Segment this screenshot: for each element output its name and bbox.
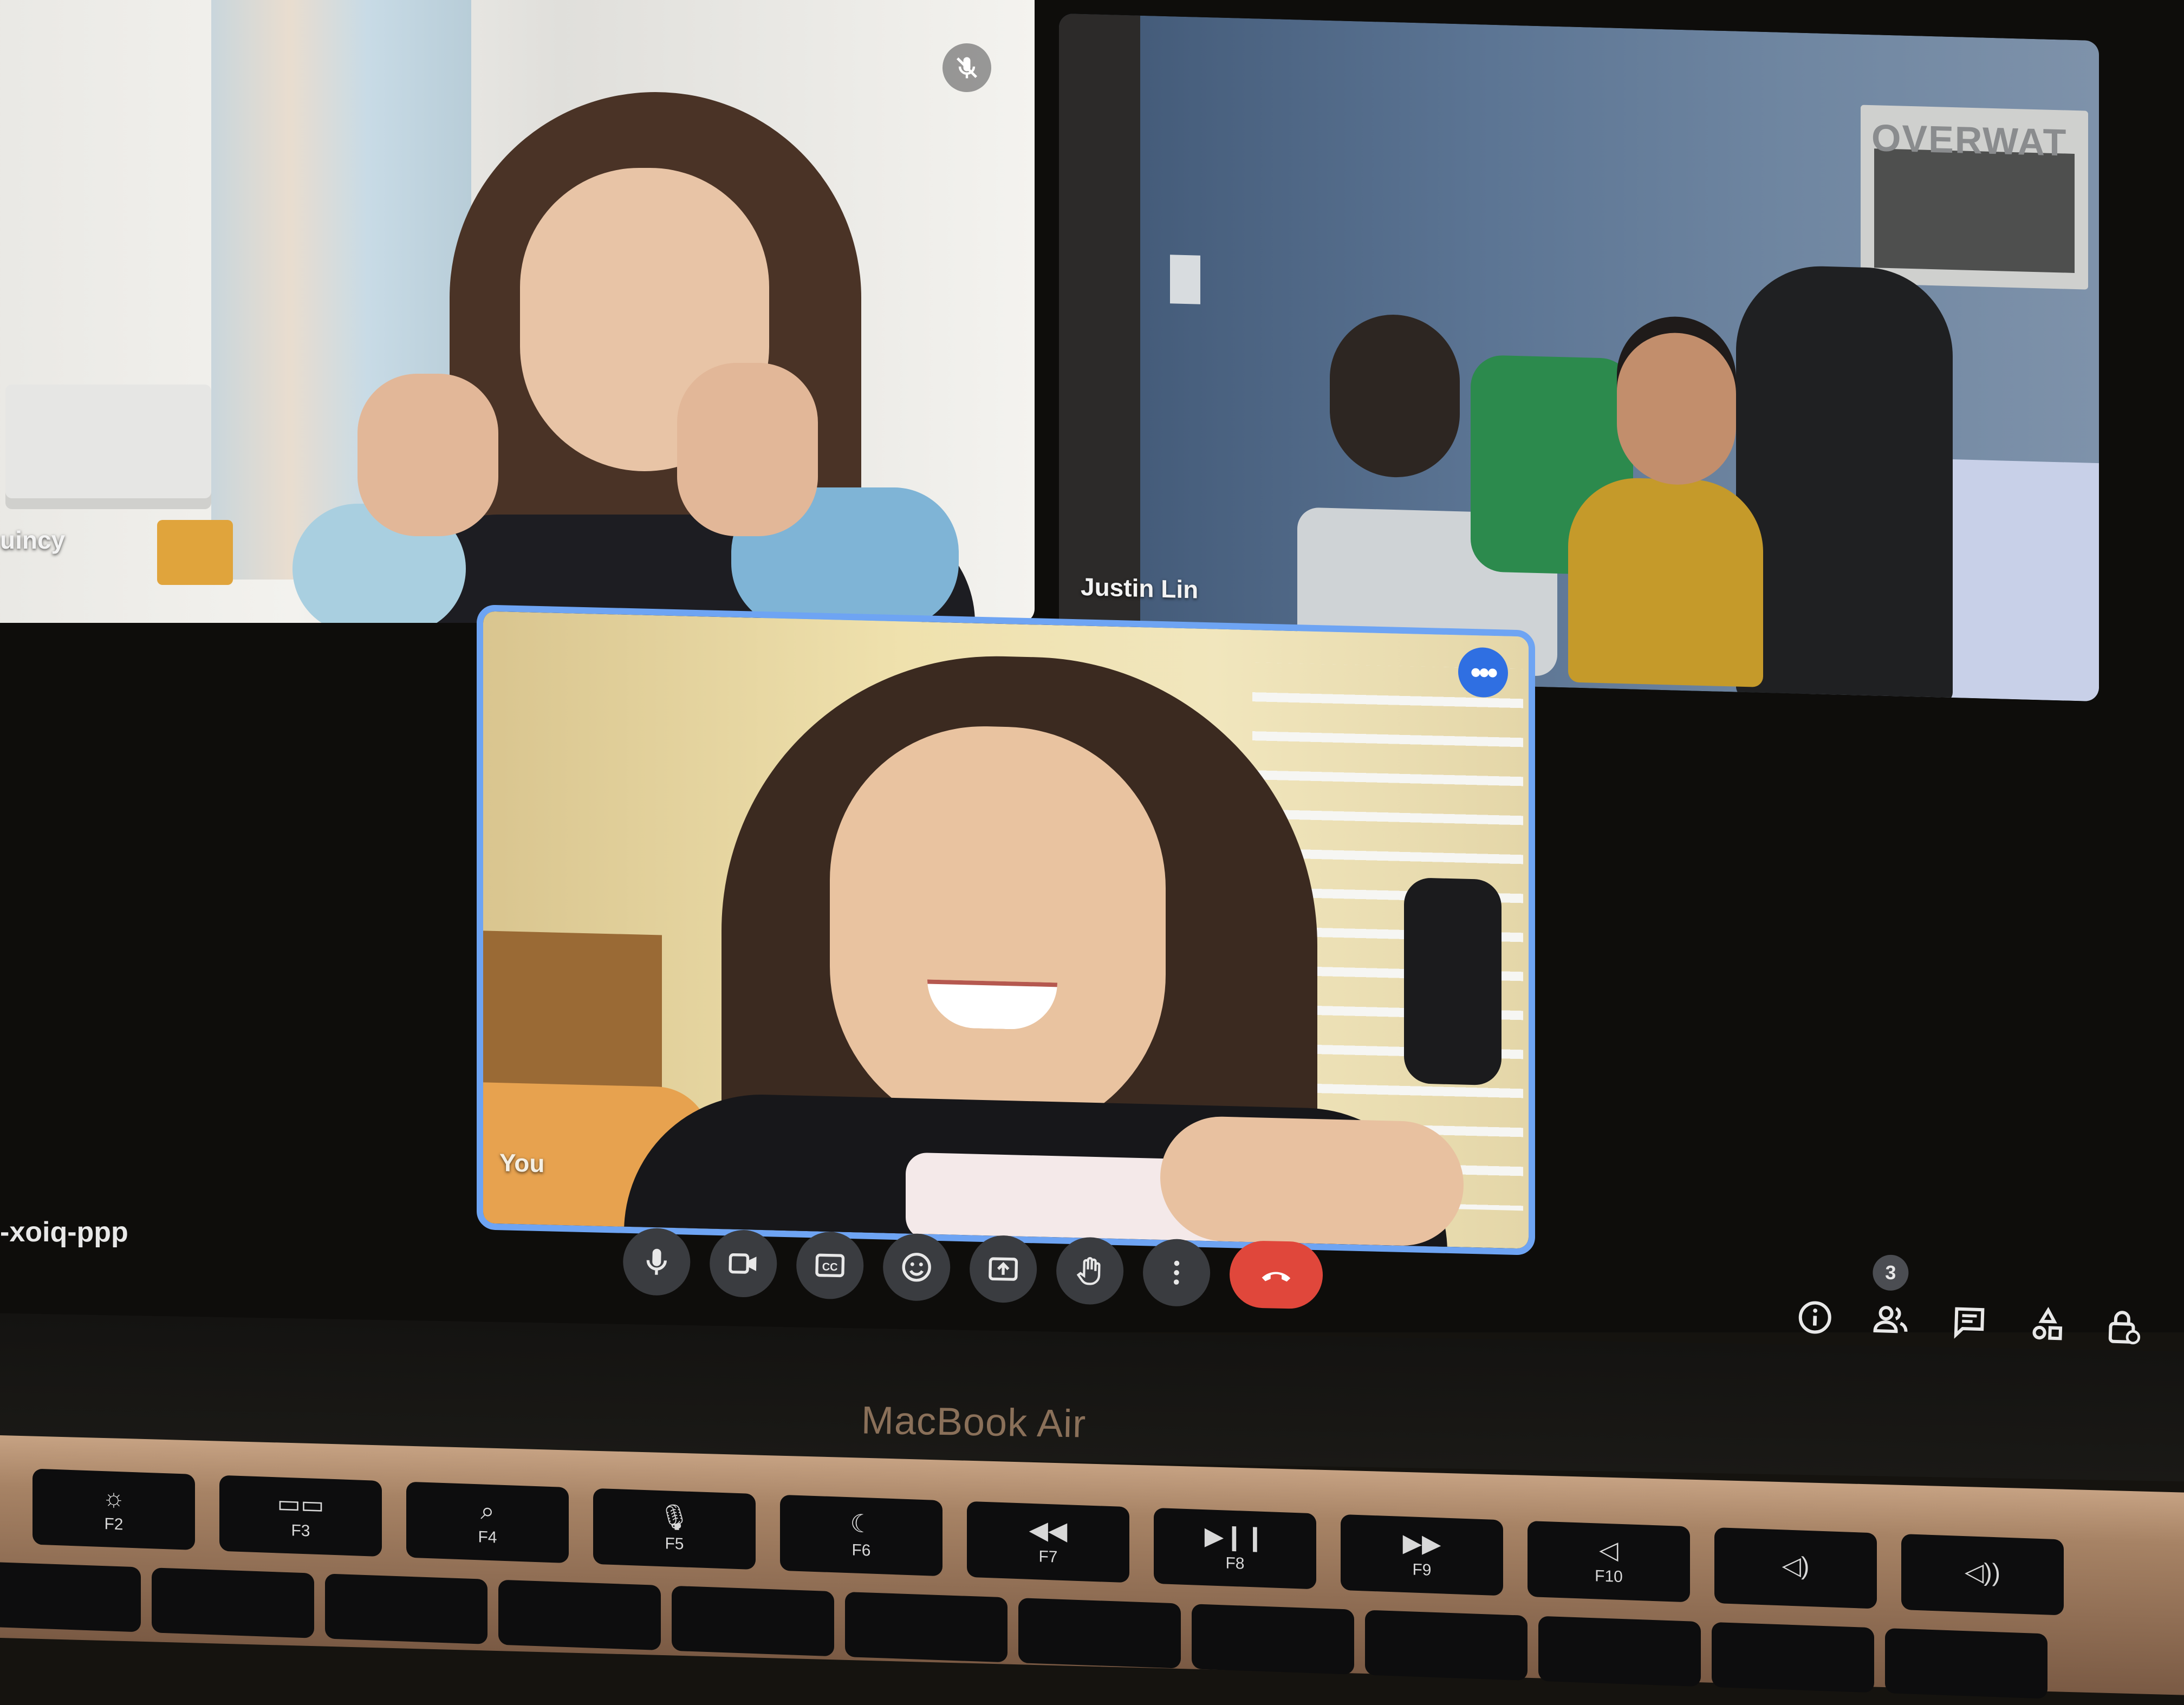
printer-background	[5, 385, 211, 509]
microphone-button[interactable]	[622, 1227, 691, 1296]
captions-button[interactable]: CC	[795, 1231, 864, 1300]
key[interactable]	[1365, 1610, 1528, 1681]
leave-call-button[interactable]	[1228, 1240, 1324, 1310]
play-pause-icon: ▶❙❙	[1204, 1521, 1266, 1552]
can-background	[157, 520, 233, 585]
participant-hand	[358, 374, 498, 536]
key-f12[interactable]: ◁))	[1901, 1534, 2064, 1616]
muted-mic-icon	[942, 43, 991, 92]
key[interactable]	[1885, 1628, 2047, 1699]
key[interactable]	[1192, 1604, 1354, 1675]
participant-body	[1568, 476, 1763, 687]
backpack-background	[1404, 877, 1502, 1086]
lock-person-icon	[2108, 1311, 2141, 1345]
people-icon	[1873, 1306, 1908, 1333]
key-f4[interactable]: ⌕ F4	[406, 1481, 569, 1564]
participant-name: Justin Lin	[1081, 572, 1199, 604]
people-button[interactable]	[1863, 1292, 1919, 1348]
participant-count-badge: 3	[1872, 1254, 1909, 1291]
key[interactable]	[1538, 1616, 1701, 1687]
closed-captions-icon: CC	[815, 1253, 845, 1278]
poster-logo: OVERWAT	[1871, 116, 2068, 164]
present-screen-icon	[989, 1257, 1018, 1281]
chat-icon	[1954, 1307, 1985, 1339]
key-f5[interactable]: 🎙 F5	[593, 1488, 756, 1570]
moon-icon: ☾	[850, 1509, 873, 1538]
participant-name: You	[499, 1148, 545, 1178]
video-camera-icon	[729, 1253, 757, 1274]
fast-forward-icon: ▶▶	[1402, 1528, 1441, 1558]
present-button[interactable]	[968, 1234, 1038, 1304]
info-icon	[1798, 1301, 1831, 1334]
search-icon: ⌕	[480, 1496, 495, 1525]
video-call-screen: uincy OVERWAT Justin Lin ••• You -xoiq-p…	[0, 0, 2184, 1345]
call-controls: CC	[622, 1227, 1328, 1318]
key-f11[interactable]: ◁)	[1714, 1527, 1877, 1609]
activities-icon	[2032, 1306, 2063, 1340]
microphone-icon	[646, 1248, 667, 1275]
key-f2[interactable]: ☼ F2	[32, 1468, 195, 1551]
mission-control-icon: ▭▭	[277, 1489, 324, 1519]
more-options-button[interactable]	[1142, 1238, 1211, 1307]
participant-hand	[677, 363, 818, 536]
key-f7[interactable]: ◀◀ F7	[967, 1501, 1129, 1583]
volume-down-icon: ◁)	[1782, 1551, 1810, 1580]
participant-name: uincy	[0, 526, 66, 554]
mute-icon: ◁	[1599, 1535, 1618, 1564]
key[interactable]	[1712, 1622, 1874, 1693]
emoji-icon	[902, 1253, 931, 1282]
chat-button[interactable]	[1941, 1294, 1997, 1350]
chair-background	[1736, 264, 1953, 702]
key-f10[interactable]: ◁ F10	[1528, 1520, 1690, 1603]
activities-button[interactable]	[2020, 1297, 2076, 1352]
more-horiz-icon[interactable]: •••	[1458, 647, 1508, 698]
key-f8[interactable]: ▶❙❙ F8	[1154, 1507, 1316, 1590]
laptop-brand-label: MacBook Air	[861, 1398, 1087, 1446]
dictation-icon: 🎙	[658, 1502, 691, 1532]
key[interactable]	[0, 1561, 141, 1632]
participant-tile-1[interactable]: uincy	[0, 0, 1035, 623]
raise-hand-button[interactable]	[1055, 1237, 1124, 1305]
svg-text:CC: CC	[822, 1261, 837, 1273]
host-controls-button[interactable]	[2096, 1299, 2152, 1355]
key-f6[interactable]: ☾ F6	[780, 1494, 942, 1577]
rewind-icon: ◀◀	[1029, 1515, 1068, 1545]
reactions-button[interactable]	[882, 1233, 951, 1302]
raise-hand-icon	[1076, 1257, 1101, 1285]
light-switch-background	[1170, 255, 1200, 304]
poster-image	[1874, 148, 2075, 273]
volume-up-icon: ◁))	[1964, 1557, 2000, 1587]
camera-button[interactable]	[708, 1229, 778, 1298]
meeting-info-button[interactable]	[1787, 1290, 1843, 1345]
key-f9[interactable]: ▶▶ F9	[1341, 1514, 1503, 1596]
participant-hand	[1160, 1115, 1464, 1247]
key[interactable]	[325, 1573, 487, 1644]
poster-background: OVERWAT	[1861, 105, 2088, 290]
key[interactable]	[845, 1591, 1007, 1663]
brightness-icon: ☼	[102, 1483, 126, 1512]
meeting-code: -xoiq-ppp	[0, 1216, 128, 1248]
key-f3[interactable]: ▭▭ F3	[219, 1475, 382, 1557]
plush-toy-background	[1330, 313, 1460, 479]
self-view-tile[interactable]: ••• You	[477, 604, 1535, 1255]
key[interactable]	[1018, 1598, 1181, 1669]
key[interactable]	[498, 1579, 661, 1651]
key[interactable]	[672, 1585, 834, 1657]
hang-up-icon	[1262, 1272, 1291, 1282]
key[interactable]	[152, 1567, 314, 1638]
participant-video	[1617, 331, 1736, 486]
more-vert-icon	[1173, 1260, 1180, 1285]
participant-tile-2[interactable]: OVERWAT Justin Lin	[1059, 13, 2099, 702]
participant-face	[830, 723, 1166, 1143]
